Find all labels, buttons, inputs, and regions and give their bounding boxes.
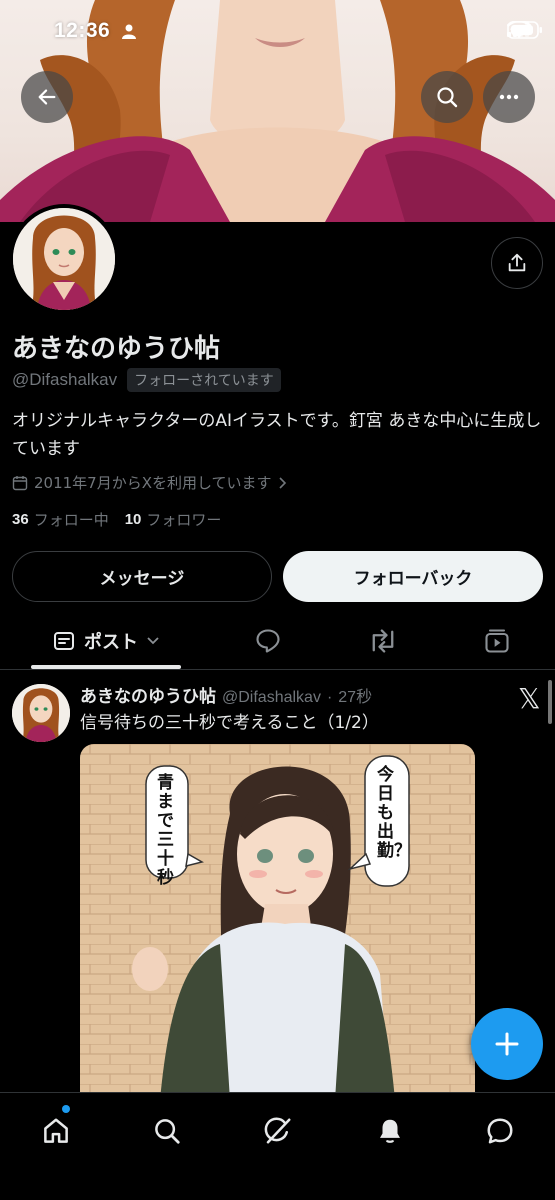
nav-messages[interactable]	[476, 1107, 524, 1155]
status-bar: 12:36	[0, 0, 555, 66]
chevron-down-icon	[147, 637, 159, 645]
profile-tabs: ポスト	[0, 612, 555, 670]
back-button[interactable]	[21, 71, 73, 123]
tab-reposts[interactable]	[358, 612, 408, 670]
nav-home[interactable]	[32, 1107, 80, 1155]
ellipsis-icon	[499, 94, 519, 100]
followers-label[interactable]: フォロワー	[146, 509, 221, 530]
joined-date-row[interactable]: 2011年7月からXを利用しています	[12, 472, 288, 493]
tweet-separator: ·	[326, 689, 333, 706]
search-icon	[437, 87, 458, 108]
following-label[interactable]: フォロー中	[34, 509, 109, 530]
search-button[interactable]	[421, 71, 473, 123]
status-time: 12:36	[54, 19, 111, 42]
nav-search[interactable]	[143, 1107, 191, 1155]
search-icon	[155, 1119, 180, 1144]
repost-icon	[372, 629, 394, 653]
home-icon	[44, 1118, 68, 1143]
tab-posts-label: ポスト	[84, 632, 138, 653]
tweet-author-handle: @Difashalkav	[222, 689, 321, 706]
replies-icon	[256, 629, 280, 653]
tab-replies[interactable]	[243, 612, 293, 670]
bottom-navigation	[0, 1092, 555, 1200]
calendar-icon	[12, 475, 28, 490]
chevron-right-icon	[278, 476, 286, 489]
avatar-image	[13, 208, 115, 310]
tweet-author-name[interactable]: あきなのゆうひ帖	[80, 682, 216, 707]
profile-handle: @Difashalkav	[12, 370, 118, 389]
share-icon	[508, 253, 526, 272]
messages-icon	[487, 1118, 513, 1144]
tweet-avatar[interactable]	[12, 684, 70, 742]
more-options-button[interactable]	[483, 71, 535, 123]
speech-bubble-right: 今日も出勤？	[377, 765, 411, 861]
follows-you-badge: フォローされています	[127, 368, 281, 392]
tweet-illustration	[80, 744, 475, 1100]
plus-icon	[495, 1032, 519, 1056]
message-button[interactable]: メッセージ	[12, 551, 272, 602]
x-logo-icon: 𝕏	[518, 682, 541, 715]
grok-icon	[264, 1117, 291, 1144]
tweet-text: 信号待ちの三十秒で考えること（1/2）	[80, 713, 379, 733]
tab-posts[interactable]: ポスト	[31, 612, 181, 670]
compose-post-button[interactable]	[471, 1008, 543, 1080]
follow-back-button[interactable]: フォローバック	[283, 551, 543, 602]
posts-icon	[54, 632, 74, 650]
nav-notifications[interactable]	[366, 1107, 414, 1155]
share-button[interactable]	[491, 237, 543, 289]
joined-date-text: 2011年7月からXを利用しています	[34, 474, 272, 492]
scrollbar[interactable]	[548, 680, 552, 724]
media-icon	[485, 629, 509, 653]
tab-media[interactable]	[472, 612, 522, 670]
speech-bubble-left: 青まで三十秒	[157, 773, 174, 888]
arrow-left-icon	[38, 89, 56, 105]
home-notification-dot	[62, 1105, 70, 1113]
active-tab-indicator	[31, 665, 181, 669]
followers-count[interactable]: 10	[125, 511, 142, 528]
nav-grok[interactable]	[254, 1107, 302, 1155]
following-count[interactable]: 36	[12, 511, 29, 528]
follow-counts: 36 フォロー中 10 フォロワー	[12, 509, 237, 530]
display-name: あきなのゆうひ帖	[12, 334, 221, 364]
profile-banner[interactable]: 12:36	[0, 0, 555, 222]
handle-row: @Difashalkav フォローされています	[12, 368, 281, 392]
notifications-icon	[380, 1119, 400, 1143]
profile-avatar[interactable]	[9, 204, 119, 314]
profile-bio: オリジナルキャラクターのAIイラストです。釘宮 あきな中心に生成しています	[12, 411, 542, 459]
tweet-image[interactable]: 青まで三十秒 今日も出勤？	[80, 744, 475, 1100]
tweet-timestamp: 27秒	[338, 689, 373, 706]
tweet-avatar-image	[12, 684, 70, 742]
tweet-header: あきなのゆうひ帖 @Difashalkav · 27秒	[80, 682, 372, 707]
